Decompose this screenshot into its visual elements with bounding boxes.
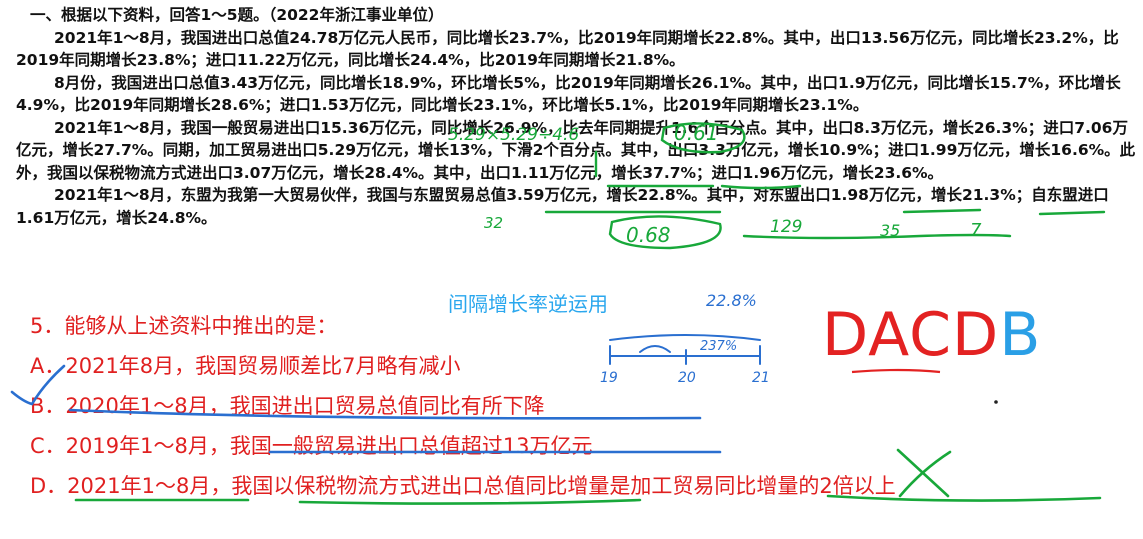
option-b: B．2020年1～8月，我国进出口贸易总值同比有所下降 bbox=[30, 394, 545, 418]
passage-paragraph-3: 2021年1～8月，我国一般贸易进出口15.36万亿元，同比增长26.9%，比去… bbox=[16, 118, 1136, 182]
passage-title: 一、根据以下资料，回答1～5题。（2022年浙江事业单位） bbox=[30, 6, 444, 24]
answer-key-red: DACD bbox=[822, 300, 1000, 370]
data-passage: 一、根据以下资料，回答1～5题。（2022年浙江事业单位） 2021年1～8月，… bbox=[16, 4, 1138, 229]
passage-paragraph-2: 8月份，我国进出口总值3.43万亿元，同比增长18.9%，环比增长5%，比201… bbox=[16, 73, 1121, 115]
green-underline-bottom-values bbox=[742, 233, 1012, 240]
passage-paragraph-4: 2021年1～8月，东盟为我第一大贸易伙伴，我国与东盟贸易总值3.59万亿元，增… bbox=[16, 186, 1109, 227]
answer-key-blue: B bbox=[999, 300, 1042, 370]
option-d: D．2021年1～8月，我国以保税物流方式进出口总值同比增量是加工贸易同比增量的… bbox=[30, 474, 896, 498]
passage-paragraph-1: 2021年1～8月，我国进出口总值24.78万亿元人民币，同比增长23.7%，比… bbox=[16, 28, 1119, 70]
answer-key: DACDB bbox=[822, 300, 1041, 370]
option-c: C．2019年1～8月，我国一般贸易进出口总值超过13万亿元 bbox=[30, 434, 593, 458]
